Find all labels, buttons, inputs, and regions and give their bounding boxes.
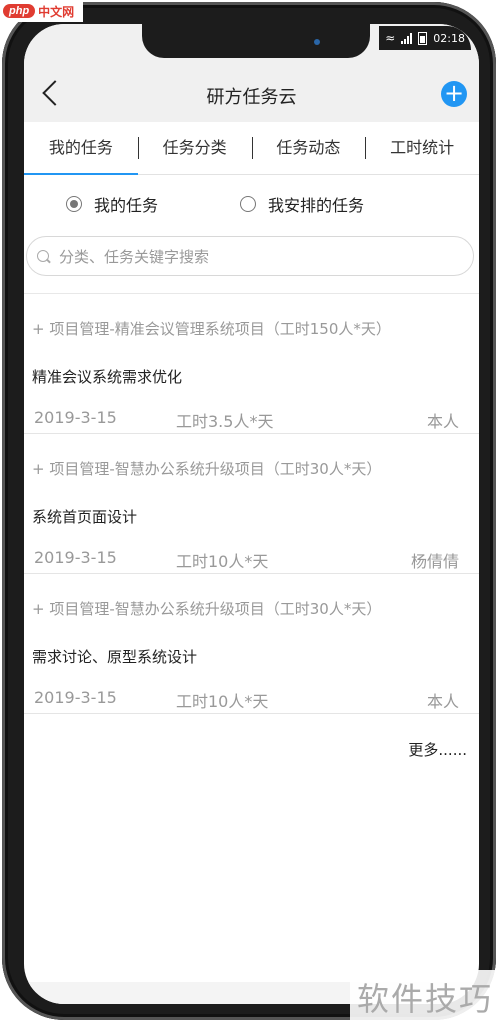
more-link[interactable]: 更多......	[408, 739, 467, 760]
app-screen: ≈ 02:18 研方任务云 + 我的任务 任务分类 任务动态 工时统计 我的任务…	[24, 24, 479, 1004]
signal-icon	[401, 32, 413, 44]
watermark-badge: php	[3, 4, 36, 18]
watermark-text: 中文网	[38, 4, 75, 19]
task-hours: 工时3.5人*天	[176, 412, 274, 431]
battery-icon	[418, 31, 428, 45]
tab-task-categories[interactable]: 任务分类	[137, 122, 252, 174]
task-item[interactable]: + 项目管理-智慧办公系统升级项目（工时30人*天） 需求讨论、原型系统设计 2…	[24, 574, 479, 714]
task-title: 系统首页面设计	[32, 508, 138, 526]
search-icon	[37, 250, 49, 262]
radio-unselected-icon	[240, 196, 256, 212]
radio-my-tasks[interactable]: 我的任务	[66, 192, 158, 216]
radio-label: 我安排的任务	[268, 196, 365, 215]
radio-assigned-tasks[interactable]: 我安排的任务	[240, 192, 364, 216]
task-date: 2019-3-15	[34, 548, 117, 567]
task-hours: 工时10人*天	[176, 692, 269, 711]
notch	[142, 24, 370, 58]
task-hours: 工时10人*天	[176, 552, 269, 571]
add-task-button[interactable]: +	[441, 81, 467, 107]
wifi-icon: ≈	[385, 31, 396, 45]
task-date: 2019-3-15	[34, 688, 117, 707]
status-time: 02:18	[433, 31, 465, 45]
tab-bar: 我的任务 任务分类 任务动态 工时统计	[24, 122, 479, 175]
task-owner: 本人	[426, 412, 459, 431]
radio-label: 我的任务	[94, 196, 159, 215]
task-filter: 我的任务 我安排的任务	[24, 192, 479, 222]
page-title: 研方任务云	[206, 87, 297, 108]
nav-bar: 研方任务云 +	[24, 70, 479, 122]
camera-dot	[314, 39, 320, 45]
task-owner: 杨倩倩	[410, 552, 459, 571]
plus-icon: +	[443, 79, 465, 107]
task-project[interactable]: + 项目管理-智慧办公系统升级项目（工时30人*天）	[32, 458, 381, 479]
tab-hours-stats[interactable]: 工时统计	[365, 122, 479, 174]
phone-frame: ≈ 02:18 研方任务云 + 我的任务 任务分类 任务动态 工时统计 我的任务…	[2, 2, 496, 1020]
tab-task-activity[interactable]: 任务动态	[251, 122, 366, 174]
task-item[interactable]: + 项目管理-智慧办公系统升级项目（工时30人*天） 系统首页面设计 2019-…	[24, 434, 479, 574]
radio-selected-icon	[66, 196, 82, 212]
watermark-logo: php 中文网	[0, 0, 83, 22]
task-item[interactable]: + 项目管理-精准会议管理系统项目（工时150人*天） 精准会议系统需求优化 2…	[24, 294, 479, 434]
task-title: 需求讨论、原型系统设计	[32, 648, 198, 666]
task-title: 精准会议系统需求优化	[32, 368, 183, 386]
status-bar: ≈ 02:18	[24, 24, 479, 70]
watermark-bottom: 软件技巧	[350, 970, 500, 1024]
task-list: + 项目管理-精准会议管理系统项目（工时150人*天） 精准会议系统需求优化 2…	[24, 294, 479, 714]
task-owner: 本人	[426, 692, 459, 711]
task-project[interactable]: + 项目管理-智慧办公系统升级项目（工时30人*天）	[32, 598, 381, 619]
task-date: 2019-3-15	[34, 408, 117, 427]
search-placeholder: 分类、任务关键字搜索	[59, 247, 210, 266]
search-input[interactable]: 分类、任务关键字搜索	[26, 236, 474, 276]
status-icons: ≈ 02:18	[379, 26, 471, 50]
tab-my-tasks[interactable]: 我的任务	[24, 122, 138, 175]
task-project[interactable]: + 项目管理-精准会议管理系统项目（工时150人*天）	[32, 318, 391, 339]
